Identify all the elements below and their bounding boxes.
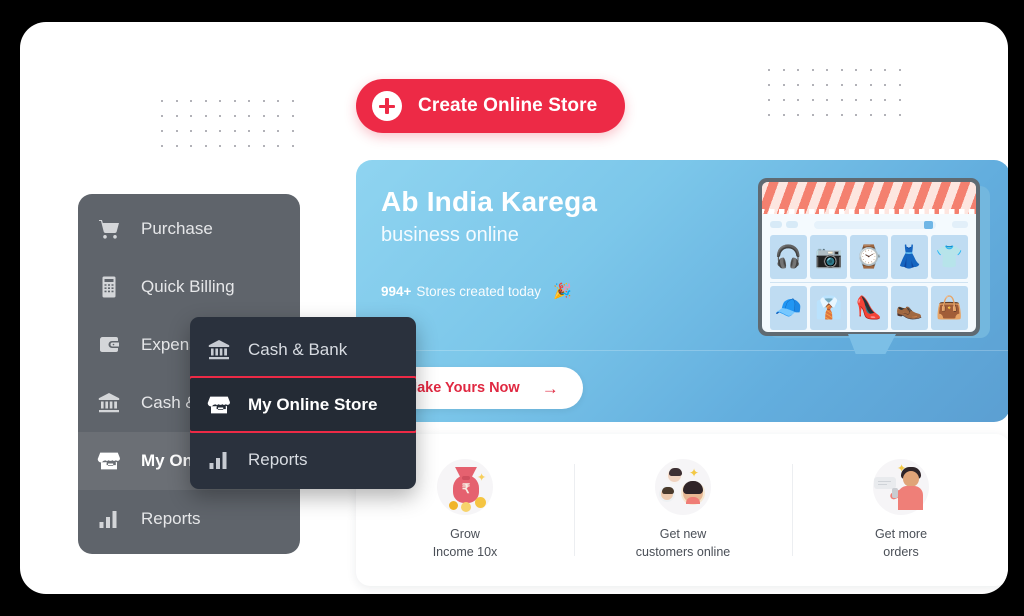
product-tile: 👜 [930, 286, 969, 330]
feature-label-line1: Get new [659, 526, 707, 541]
feature-label-line2: customers online [635, 545, 731, 559]
storefront-stand [848, 334, 896, 354]
product-tile: 👗 [890, 235, 928, 279]
menu-item-label: Cash & Bank [248, 339, 348, 359]
money-bag-icon: ₹ ✦ [437, 458, 493, 515]
sidebar-item-quick-billing[interactable]: Quick Billing [78, 258, 300, 316]
wallet-icon [96, 332, 122, 358]
feature-label: Get new customers online [636, 525, 731, 561]
hero-stat-text: Stores created today [416, 283, 541, 299]
bar-chart-icon [96, 506, 122, 532]
dot-grid-right-decoration [768, 62, 913, 122]
calculator-icon [96, 274, 122, 300]
feature-get-new-customers: ✦ Get new customers online [574, 434, 792, 586]
confetti-icon: 🎉 [553, 283, 572, 300]
create-online-store-button[interactable]: Create Online Store [356, 79, 626, 133]
product-tile: 👠 [850, 286, 888, 330]
sidebar-item-purchase[interactable]: Purchase [78, 200, 300, 258]
sidebar-item-label: Purchase [141, 219, 213, 238]
hero-title: Ab India Karega [381, 186, 598, 217]
screenshot-root: Create Online Store Ab India Karega busi… [0, 0, 1024, 616]
bar-chart-icon [206, 447, 232, 473]
product-tile: 👔 [810, 286, 848, 330]
storefront-search-bar [814, 220, 936, 229]
product-tile: 🎧 [770, 235, 808, 279]
storefront-topbar [770, 220, 968, 229]
make-yours-now-label: Make Yours Now [405, 380, 520, 396]
app-window-card: Create Online Store Ab India Karega busi… [20, 22, 1008, 594]
sidebar-item-label: Quick Billing [141, 277, 235, 296]
feature-label-line2: Income 10x [432, 545, 498, 559]
store-icon [206, 392, 232, 418]
dot-grid-left-decoration [161, 93, 306, 153]
sidebar-item-label: Reports [141, 509, 201, 528]
shopping-cart-icon [96, 216, 122, 242]
storefront-screen-frame: 🎧 📷 ⌚ 👗 👕 🧢 👔 👠 👞 👜 [758, 178, 980, 336]
feature-label-line1: Get more [874, 526, 928, 541]
online-storefront-illustration: 🎧 📷 ⌚ 👗 👕 🧢 👔 👠 👞 👜 [752, 174, 996, 356]
hero-stat-count: 994+ [381, 283, 412, 299]
feature-label: Get more orders [875, 525, 927, 561]
storefront-screen: 🎧 📷 ⌚ 👗 👕 🧢 👔 👠 👞 👜 [762, 182, 976, 332]
hero-stat: 994+ Stores created today 🎉 [381, 282, 572, 300]
sidebar-item-reports[interactable]: Reports [78, 490, 300, 548]
feature-get-more-orders: ✦ Get more orders [792, 434, 1008, 586]
feature-label-line1: Grow [450, 526, 480, 541]
feature-label: Grow Income 10x [433, 525, 498, 561]
flyout-context-menu: Cash & Bank My Online Store Reports [190, 317, 416, 489]
product-tile: 👕 [930, 235, 969, 279]
people-group-icon: ✦ [655, 458, 711, 515]
bank-icon [96, 390, 122, 416]
hero-subtitle: business online [381, 224, 519, 246]
product-tile: 🧢 [770, 286, 808, 330]
hero-banner: Ab India Karega business online 994+ Sto… [356, 160, 1008, 422]
awning-icon [762, 182, 976, 214]
storefront-product-row-1: 🎧 📷 ⌚ 👗 👕 [770, 235, 969, 279]
person-phone-icon: ✦ [873, 458, 929, 515]
menu-item-label: My Online Store [248, 394, 378, 414]
product-tile: ⌚ [850, 235, 888, 279]
arrow-right-icon: → [541, 378, 559, 398]
storefront-product-grid: 🎧 📷 ⌚ 👗 👕 🧢 👔 👠 👞 👜 [770, 235, 969, 330]
product-tile: 👞 [890, 286, 928, 330]
create-online-store-label: Create Online Store [418, 95, 598, 116]
menu-item-label: Reports [248, 449, 308, 469]
store-icon [96, 448, 122, 474]
storefront-product-row-2: 🧢 👔 👠 👞 👜 [770, 282, 969, 330]
feature-label-line2: orders [883, 545, 919, 559]
menu-item-cash-and-bank[interactable]: Cash & Bank [190, 323, 416, 376]
product-tile: 📷 [810, 235, 848, 279]
menu-item-reports[interactable]: Reports [190, 433, 416, 486]
bank-icon [206, 337, 232, 363]
menu-item-my-online-store[interactable]: My Online Store [190, 376, 416, 433]
plus-circle-icon [372, 91, 402, 121]
features-card: ₹ ✦ Grow Income 10x ✦ Get new customers … [356, 434, 1008, 586]
